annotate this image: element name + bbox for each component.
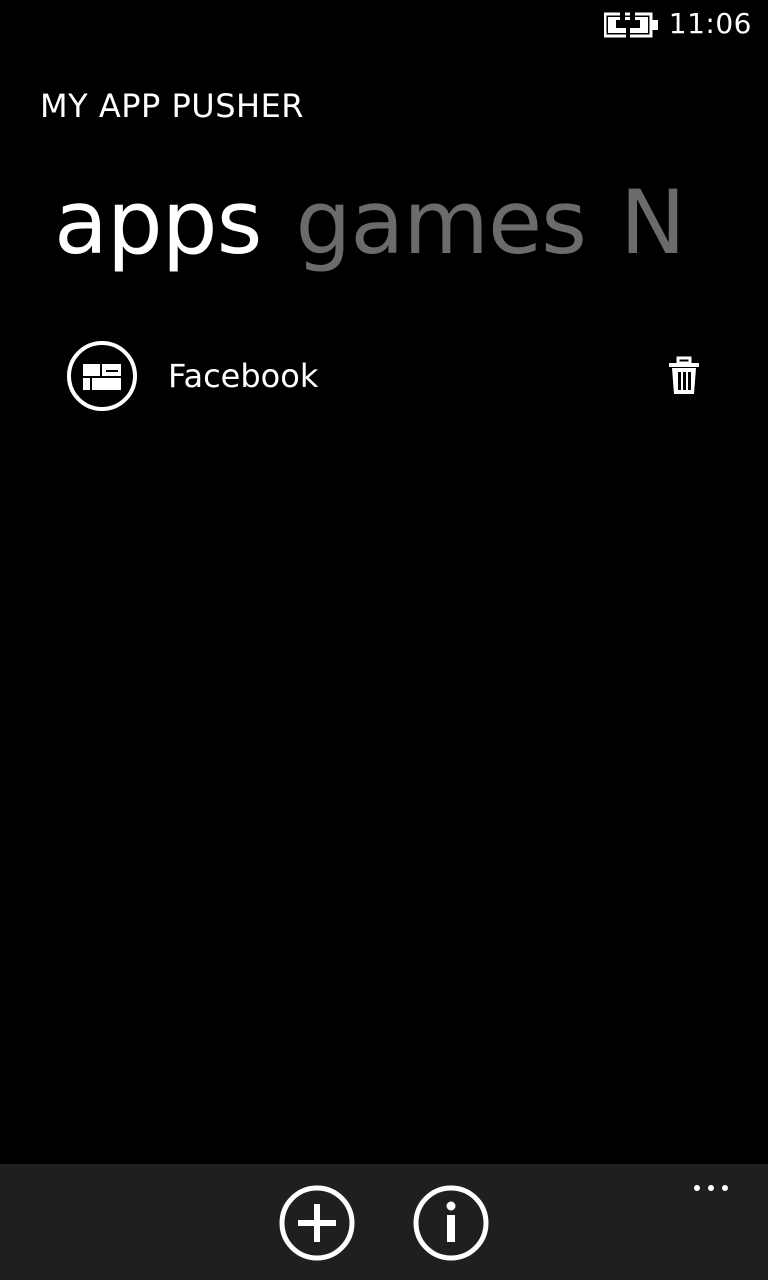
status-bar: 11:06 [0,0,768,52]
ellipsis-dot [708,1185,714,1191]
app-title: MY APP PUSHER [40,87,305,125]
more-options-button[interactable] [690,1178,738,1198]
list-item[interactable]: Facebook [0,336,768,416]
add-icon[interactable] [278,1184,356,1262]
trash-icon[interactable] [666,356,702,396]
tab-next-partial[interactable]: N [620,168,686,278]
info-icon[interactable] [412,1184,490,1262]
tab-apps[interactable]: apps [54,168,262,278]
app-list: Facebook [0,336,768,416]
battery-charging-icon [604,12,658,38]
application-bar [0,1164,768,1280]
app-tile-icon [67,341,137,411]
list-item-label: Facebook [168,357,319,395]
ellipsis-dot [694,1185,700,1191]
pivot-header: apps games N [54,168,748,278]
ellipsis-dot [722,1185,728,1191]
tab-games[interactable]: games [296,168,587,278]
status-clock: 11:06 [668,7,752,40]
